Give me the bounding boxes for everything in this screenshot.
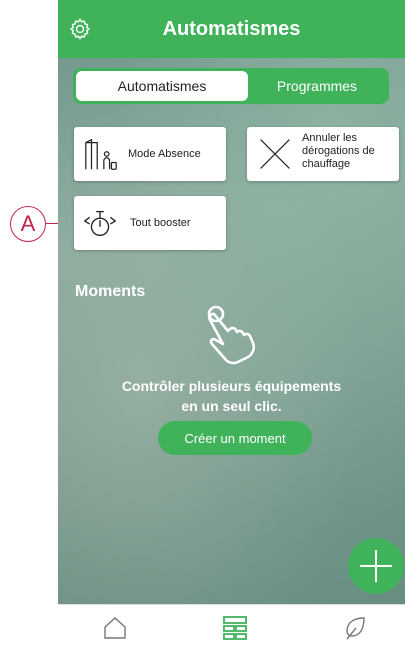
callout-label: A bbox=[20, 211, 36, 236]
tab-automatismes[interactable]: Automatismes bbox=[76, 71, 248, 101]
hand-tap-icon bbox=[207, 305, 256, 365]
away-person-icon bbox=[85, 138, 117, 170]
create-moment-button[interactable]: Créer un moment bbox=[158, 421, 312, 455]
leaf-icon[interactable] bbox=[342, 615, 368, 641]
segmented-control: Automatismes Programmes bbox=[73, 68, 389, 104]
boost-timer-icon bbox=[83, 210, 117, 237]
section-title-moments: Moments bbox=[75, 283, 146, 300]
tile-label: Mode Absence bbox=[128, 148, 201, 160]
header: Automatismes bbox=[58, 0, 405, 58]
grid-icon[interactable] bbox=[220, 615, 250, 641]
add-button[interactable] bbox=[348, 538, 404, 594]
bottom-nav bbox=[58, 604, 405, 648]
callout-marker: A bbox=[10, 206, 46, 242]
tile-annuler-derogations[interactable]: Annuler les dérogations de chauffage bbox=[247, 127, 399, 181]
tile-label: Annuler les dérogations de chauffage bbox=[302, 132, 375, 170]
tile-tout-booster[interactable]: Tout booster bbox=[74, 196, 226, 250]
page-title: Automatismes bbox=[162, 18, 301, 40]
tab-programmes[interactable]: Programmes bbox=[248, 71, 386, 101]
home-icon[interactable] bbox=[102, 615, 128, 641]
cross-icon bbox=[260, 139, 290, 169]
app-screen: Automatismes Automatismes Programmes Mod… bbox=[58, 0, 405, 648]
moments-description: Contrôler plusieurs équipements en un se… bbox=[121, 378, 342, 414]
tile-mode-absence[interactable]: Mode Absence bbox=[74, 127, 226, 181]
plus-icon bbox=[360, 550, 392, 582]
tile-label: Tout booster bbox=[130, 217, 191, 229]
